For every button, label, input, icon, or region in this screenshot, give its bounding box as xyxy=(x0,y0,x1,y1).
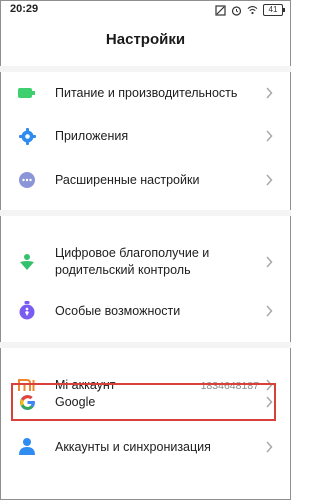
settings-item-label: Цифровое благополучие и родительский кон… xyxy=(55,246,210,277)
settings-item-power[interactable]: Питание и производительность xyxy=(0,78,291,108)
settings-item-apps[interactable]: Приложения xyxy=(0,121,291,151)
chevron-right-icon xyxy=(266,87,273,99)
page-title: Настройки xyxy=(105,31,186,48)
settings-item-wellbeing[interactable]: Цифровое благополучие и родительский кон… xyxy=(0,244,291,280)
google-highlight-box xyxy=(11,383,276,421)
settings-item-accessibility[interactable]: Особые возможности xyxy=(0,296,291,326)
battery-level: 41 xyxy=(263,4,285,16)
chevron-right-icon xyxy=(266,441,273,453)
user-icon xyxy=(18,437,36,455)
more-dots-icon xyxy=(18,171,36,189)
status-time: 20:29 xyxy=(10,3,39,15)
wellbeing-icon xyxy=(18,253,36,271)
alarm-icon xyxy=(231,5,242,16)
chevron-right-icon xyxy=(266,305,273,317)
settings-item-label: Расширенные настройки xyxy=(55,173,200,187)
chevron-right-icon xyxy=(266,130,273,142)
status-bar: 20:29 41 xyxy=(0,0,291,20)
chevron-right-icon xyxy=(266,256,273,268)
settings-item-advanced[interactable]: Расширенные настройки xyxy=(0,165,291,195)
divider xyxy=(0,210,291,216)
accessibility-icon xyxy=(18,300,36,319)
wifi-icon xyxy=(247,5,258,16)
settings-item-accounts-sync[interactable]: Аккаунты и синхронизация xyxy=(0,432,291,462)
divider xyxy=(0,66,291,72)
divider xyxy=(0,342,291,348)
settings-item-label: Особые возможности xyxy=(55,304,181,318)
chevron-right-icon xyxy=(266,174,273,186)
settings-item-label: Приложения xyxy=(55,129,129,143)
gear-icon xyxy=(18,127,36,145)
status-icons: 41 xyxy=(215,3,285,17)
battery-icon xyxy=(18,84,36,102)
settings-item-label: Питание и производительность xyxy=(55,86,238,100)
settings-item-label: Аккаунты и синхронизация xyxy=(55,440,211,454)
mute-icon xyxy=(215,4,226,16)
